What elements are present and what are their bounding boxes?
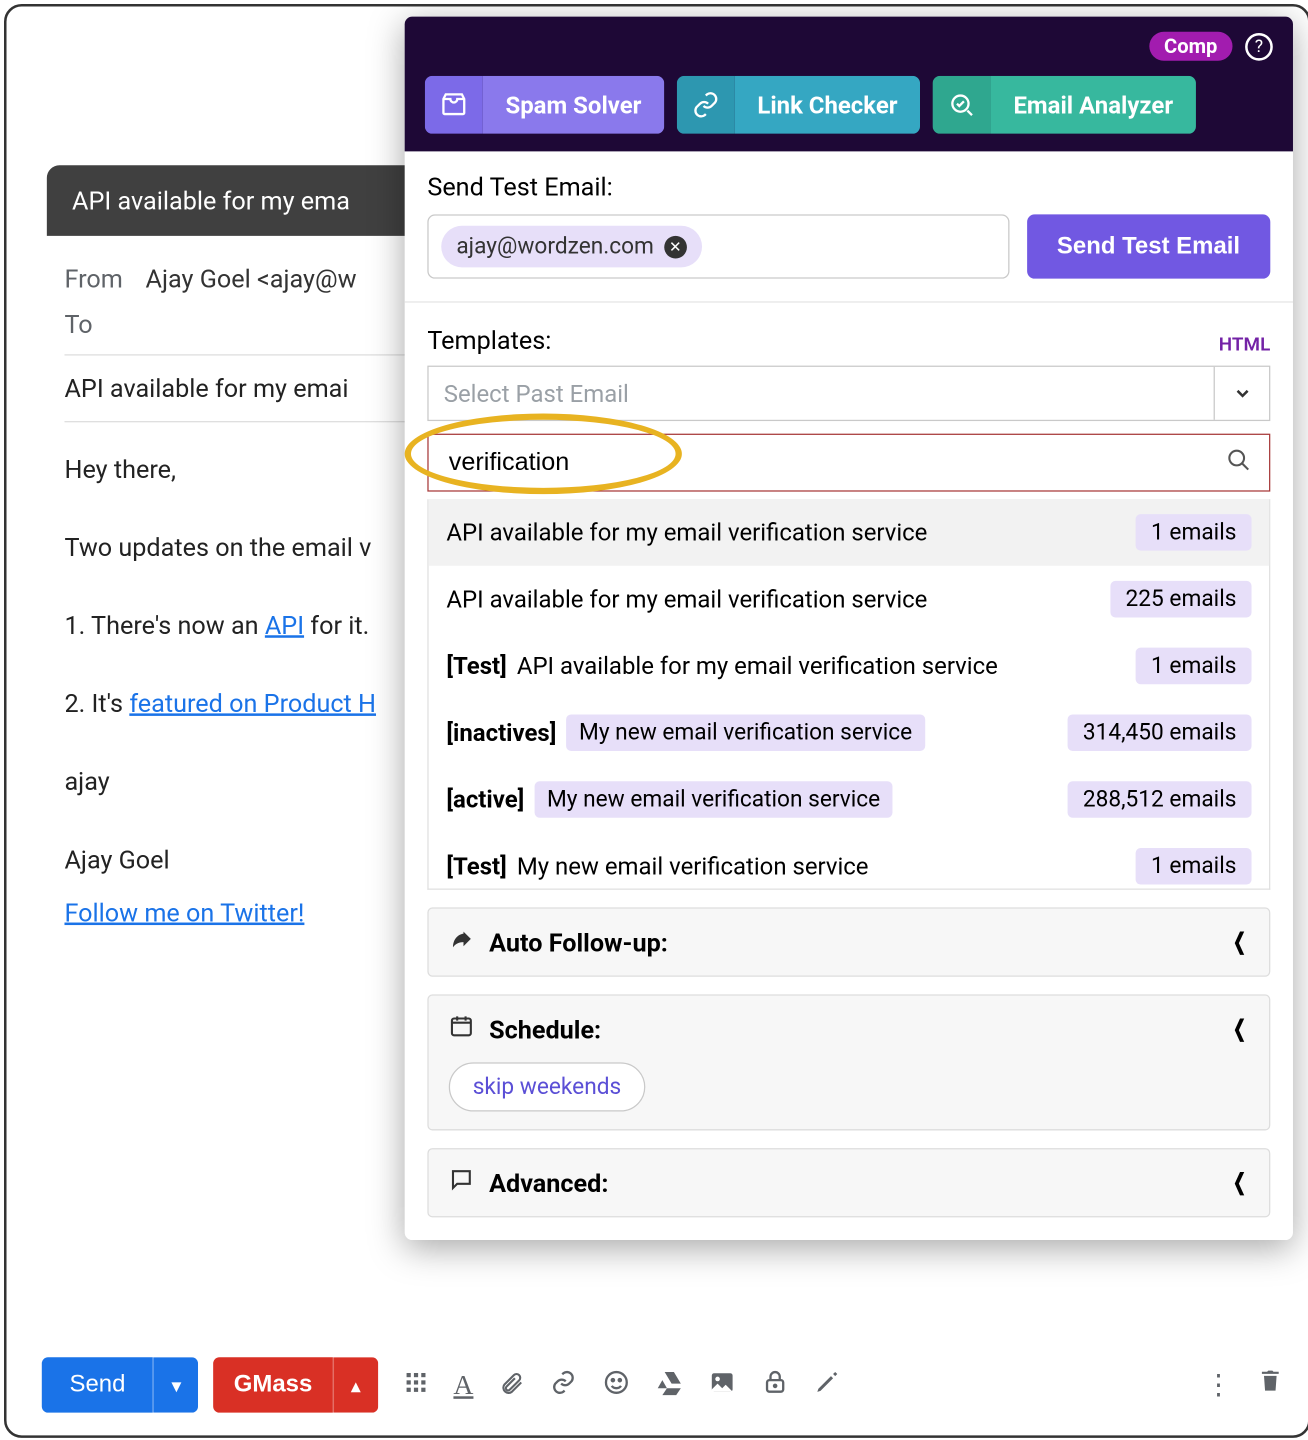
schedule-section[interactable]: Schedule: ❮ skip weekends (427, 994, 1270, 1130)
template-result-row[interactable]: [inactives]My new email verification ser… (429, 700, 1269, 767)
comment-icon (449, 1167, 474, 1199)
app-frame: API available for my ema From Ajay Goel … (4, 4, 1308, 1438)
inbox-icon (425, 76, 483, 134)
email-count-badge: 1 emails (1136, 514, 1252, 551)
panel-header: Comp ? Spam Solver Link Checker (405, 17, 1293, 152)
remove-chip-icon[interactable]: ✕ (664, 235, 687, 258)
chevron-left-icon: ❮ (1233, 1016, 1246, 1042)
auto-followup-section[interactable]: Auto Follow-up: ❮ (427, 907, 1270, 976)
templates-label: Templates: (427, 325, 551, 355)
product-hunt-link[interactable]: featured on Product H (129, 688, 376, 718)
help-icon[interactable]: ? (1245, 32, 1273, 60)
html-link[interactable]: HTML (1219, 333, 1271, 356)
template-result-row[interactable]: API available for my email verification … (429, 499, 1269, 566)
image-icon[interactable] (708, 1368, 736, 1402)
test-email-input[interactable]: ajay@wordzen.com ✕ (427, 214, 1009, 278)
analyze-icon (933, 76, 991, 134)
template-results-list[interactable]: API available for my email verification … (427, 499, 1270, 890)
pen-icon[interactable] (814, 1369, 839, 1401)
send-test-email-button[interactable]: Send Test Email (1027, 214, 1271, 278)
twitter-link[interactable]: Follow me on Twitter! (64, 897, 304, 927)
send-test-label: Send Test Email: (427, 172, 1270, 202)
search-icon (1226, 448, 1251, 478)
attachment-icon[interactable] (499, 1368, 524, 1402)
compose-footer: Send ▾ GMass ▴ A (42, 1340, 1283, 1413)
emoji-icon[interactable] (602, 1368, 630, 1402)
email-count-badge: 1 emails (1136, 848, 1252, 885)
spam-solver-button[interactable]: Spam Solver (425, 76, 664, 134)
template-result-row[interactable]: [Test] My new email verification service… (429, 833, 1269, 890)
gmass-button[interactable]: GMass (214, 1357, 333, 1412)
formatting-grid-icon[interactable] (403, 1369, 428, 1401)
template-result-row[interactable]: API available for my email verification … (429, 566, 1269, 633)
text-format-icon[interactable]: A (453, 1369, 473, 1402)
send-button[interactable]: Send (42, 1357, 153, 1412)
api-link[interactable]: API (265, 610, 304, 640)
email-analyzer-button[interactable]: Email Analyzer (933, 76, 1196, 134)
template-result-row[interactable]: [active]My new email verification servic… (429, 766, 1269, 833)
more-options-icon[interactable]: ⋮ (1205, 1369, 1233, 1401)
select-placeholder: Select Past Email (429, 367, 1214, 420)
chevron-left-icon: ❮ (1233, 929, 1246, 955)
forward-icon (449, 926, 474, 958)
email-count-badge: 288,512 emails (1068, 781, 1252, 818)
chevron-left-icon: ❮ (1233, 1170, 1246, 1196)
trash-icon[interactable] (1258, 1367, 1283, 1402)
template-result-row[interactable]: [Test] API available for my email verifi… (429, 633, 1269, 700)
send-more-dropdown[interactable]: ▾ (153, 1357, 198, 1412)
from-value: Ajay Goel <ajay@w (146, 264, 357, 294)
confidential-icon[interactable] (761, 1368, 789, 1402)
comp-badge[interactable]: Comp (1149, 32, 1233, 61)
drive-icon[interactable] (655, 1368, 683, 1402)
template-search-input[interactable] (446, 447, 1216, 479)
gmass-more-dropdown[interactable]: ▴ (332, 1357, 377, 1412)
advanced-section[interactable]: Advanced: ❮ (427, 1148, 1270, 1217)
from-label: From (64, 264, 122, 294)
calendar-icon (449, 1013, 474, 1045)
skip-weekends-button[interactable]: skip weekends (449, 1062, 645, 1111)
gmass-panel: Comp ? Spam Solver Link Checker (405, 17, 1293, 1240)
email-chip: ajay@wordzen.com ✕ (441, 226, 702, 268)
link-icon (677, 76, 735, 134)
template-search-box[interactable] (427, 434, 1270, 492)
select-past-email-dropdown[interactable]: Select Past Email (427, 366, 1270, 421)
email-count-badge: 225 emails (1110, 581, 1251, 618)
chevron-down-icon[interactable] (1214, 367, 1269, 420)
email-count-badge: 314,450 emails (1068, 715, 1252, 752)
link-checker-button[interactable]: Link Checker (677, 76, 920, 134)
insert-link-icon[interactable] (549, 1368, 577, 1402)
email-count-badge: 1 emails (1136, 648, 1252, 685)
